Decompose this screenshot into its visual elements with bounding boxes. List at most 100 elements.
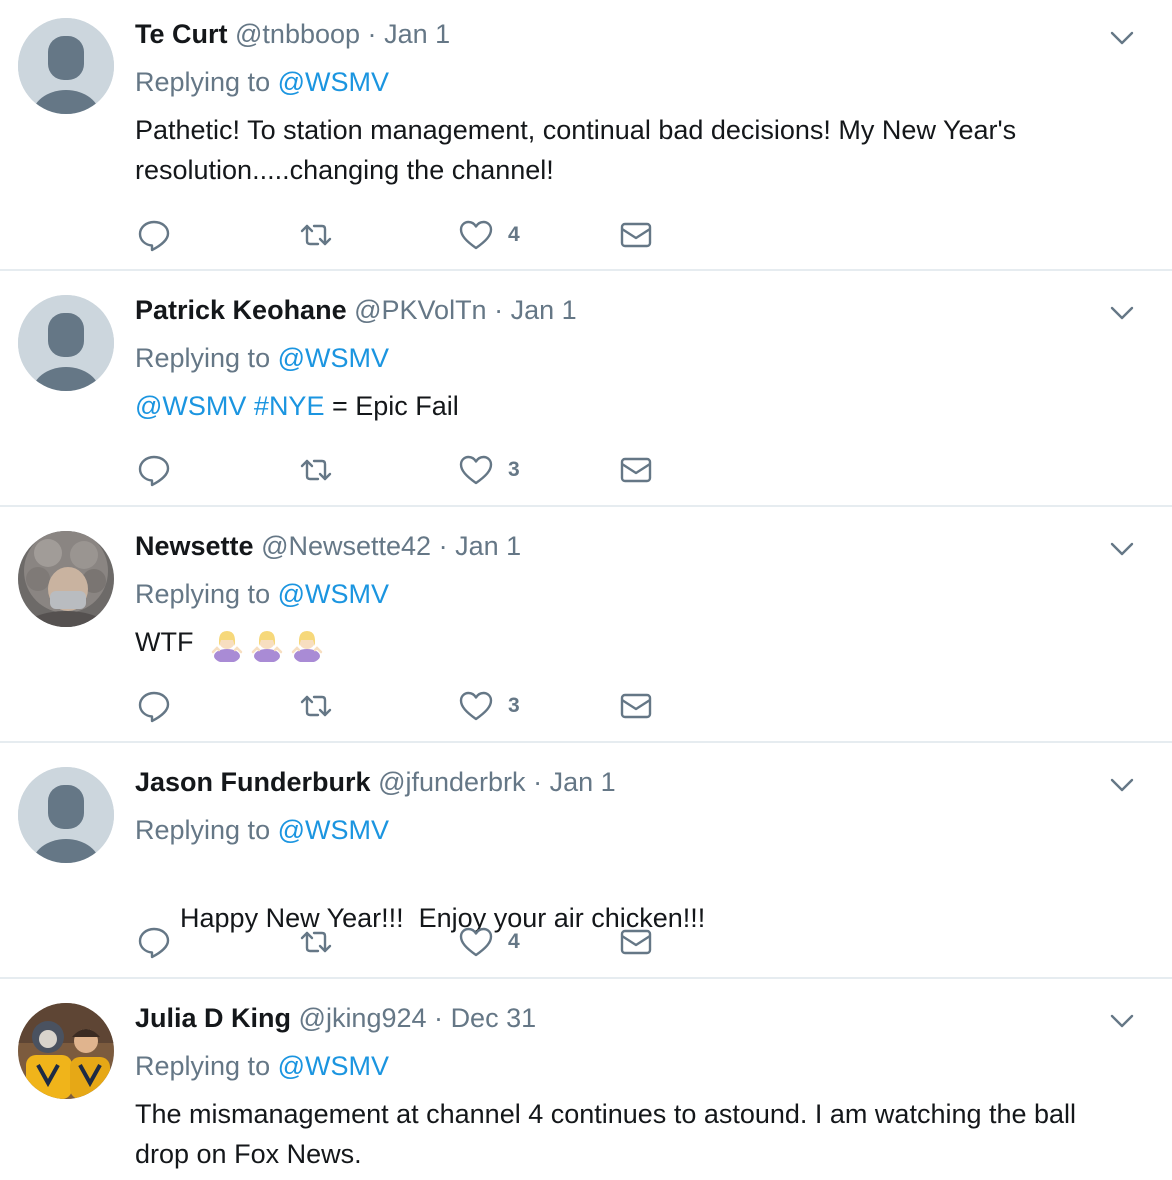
replying-to-link[interactable]: @WSMV bbox=[278, 67, 389, 97]
woman-shrugging-emoji bbox=[211, 626, 243, 662]
chevron-down-icon[interactable] bbox=[1108, 771, 1136, 799]
separator-dot: · bbox=[438, 531, 448, 561]
replying-prefix: Replying to bbox=[135, 579, 271, 609]
envelope-icon bbox=[618, 924, 654, 960]
tweet[interactable]: Jason Funderburk @jfunderbrk · Jan 1 Rep… bbox=[0, 743, 1172, 979]
replying-prefix: Replying to bbox=[135, 343, 271, 373]
avatar[interactable] bbox=[18, 1003, 114, 1099]
replying-prefix: Replying to bbox=[135, 67, 271, 97]
reply-button[interactable] bbox=[136, 924, 172, 960]
tweet-text: Happy New Year!!! Enjoy your air chicken… bbox=[135, 858, 1112, 978]
tweet-date[interactable]: Jan 1 bbox=[455, 531, 521, 561]
tweet-header: Newsette @Newsette42 · Jan 1 bbox=[135, 528, 1112, 564]
tweet-text-line: Pathetic! To station management, continu… bbox=[135, 115, 1017, 145]
retweet-icon bbox=[298, 452, 334, 488]
emoji-group bbox=[211, 626, 323, 662]
separator-dot: · bbox=[533, 767, 543, 797]
like-button[interactable]: 4 bbox=[458, 924, 520, 960]
like-count: 3 bbox=[508, 694, 520, 717]
avatar[interactable] bbox=[18, 531, 114, 627]
avatar[interactable] bbox=[18, 295, 114, 391]
like-button[interactable]: 3 bbox=[458, 452, 520, 488]
tweet-header: Julia D King @jking924 · Dec 31 bbox=[135, 1000, 1112, 1036]
like-count: 3 bbox=[508, 458, 520, 481]
like-button[interactable]: 3 bbox=[458, 688, 520, 724]
replying-to: Replying to @WSMV bbox=[135, 340, 1112, 376]
direct-message-button[interactable] bbox=[618, 924, 654, 960]
chevron-down-icon[interactable] bbox=[1108, 24, 1136, 52]
heart-icon bbox=[458, 924, 494, 960]
direct-message-button[interactable] bbox=[618, 688, 654, 724]
tweet[interactable]: Patrick Keohane @PKVolTn · Jan 1 Replyin… bbox=[0, 271, 1172, 507]
tweet-text-line: drop on Fox News. bbox=[135, 1139, 362, 1169]
retweet-icon bbox=[298, 688, 334, 724]
retweet-button[interactable] bbox=[298, 452, 334, 488]
heart-icon bbox=[458, 217, 494, 253]
tweet-text: @WSMV #NYE = Epic Fail bbox=[135, 386, 1112, 426]
tweet-header: Patrick Keohane @PKVolTn · Jan 1 bbox=[135, 292, 1112, 328]
tweet-text: WTF bbox=[135, 622, 1112, 662]
reply-icon bbox=[136, 688, 172, 724]
reply-button[interactable] bbox=[136, 452, 172, 488]
tweet[interactable]: Te Curt @tnbboop · Jan 1 Replying to @WS… bbox=[0, 0, 1172, 271]
reply-icon bbox=[136, 217, 172, 253]
avatar[interactable] bbox=[18, 767, 114, 863]
woman-shrugging-emoji bbox=[251, 626, 283, 662]
display-name[interactable]: Te Curt bbox=[135, 19, 228, 49]
tweet-text: The mismanagement at channel 4 continues… bbox=[135, 1094, 1112, 1174]
separator-dot: · bbox=[494, 295, 504, 325]
replying-to-link[interactable]: @WSMV bbox=[278, 815, 389, 845]
display-name[interactable]: Patrick Keohane bbox=[135, 295, 347, 325]
separator-dot: · bbox=[434, 1003, 444, 1033]
user-handle[interactable]: @jfunderbrk bbox=[378, 767, 525, 797]
replying-to: Replying to @WSMV bbox=[135, 1048, 1112, 1084]
retweet-button[interactable] bbox=[298, 688, 334, 724]
heart-icon bbox=[458, 688, 494, 724]
display-name[interactable]: Jason Funderburk bbox=[135, 767, 371, 797]
envelope-icon bbox=[618, 452, 654, 488]
user-handle[interactable]: @PKVolTn bbox=[354, 295, 486, 325]
envelope-icon bbox=[618, 688, 654, 724]
user-handle[interactable]: @Newsette42 bbox=[261, 531, 431, 561]
direct-message-button[interactable] bbox=[618, 452, 654, 488]
reply-icon bbox=[136, 452, 172, 488]
chevron-down-icon[interactable] bbox=[1108, 299, 1136, 327]
separator-dot: · bbox=[367, 19, 377, 49]
user-handle[interactable]: @jking924 bbox=[299, 1003, 427, 1033]
envelope-icon bbox=[618, 217, 654, 253]
retweet-button[interactable] bbox=[298, 217, 334, 253]
direct-message-button[interactable] bbox=[618, 217, 654, 253]
retweet-icon bbox=[298, 217, 334, 253]
chevron-down-icon[interactable] bbox=[1108, 535, 1136, 563]
tweet[interactable]: Julia D King @jking924 · Dec 31 Replying… bbox=[0, 979, 1172, 1180]
reply-button[interactable] bbox=[136, 688, 172, 724]
tweet-header: Jason Funderburk @jfunderbrk · Jan 1 bbox=[135, 764, 1112, 800]
display-name[interactable]: Julia D King bbox=[135, 1003, 291, 1033]
heart-icon bbox=[458, 452, 494, 488]
tweet-date[interactable]: Jan 1 bbox=[550, 767, 616, 797]
replying-to-link[interactable]: @WSMV bbox=[278, 343, 389, 373]
tweet-date[interactable]: Jan 1 bbox=[511, 295, 577, 325]
replying-to-link[interactable]: @WSMV bbox=[278, 1051, 389, 1081]
tweet-text: Pathetic! To station management, continu… bbox=[135, 110, 1112, 190]
replying-prefix: Replying to bbox=[135, 815, 271, 845]
chevron-down-icon[interactable] bbox=[1108, 1007, 1136, 1035]
replying-to-link[interactable]: @WSMV bbox=[278, 579, 389, 609]
mention-link[interactable]: @WSMV bbox=[135, 391, 246, 421]
avatar[interactable] bbox=[18, 18, 114, 114]
replying-to: Replying to @WSMV bbox=[135, 576, 1112, 612]
display-name[interactable]: Newsette bbox=[135, 531, 254, 561]
user-handle[interactable]: @tnbboop bbox=[235, 19, 360, 49]
like-button[interactable]: 4 bbox=[458, 217, 520, 253]
tweet-date[interactable]: Jan 1 bbox=[384, 19, 450, 49]
tweet[interactable]: Newsette @Newsette42 · Jan 1 Replying to… bbox=[0, 507, 1172, 743]
tweet-text-content: WTF bbox=[135, 627, 194, 657]
tweet-text-rest: = Epic Fail bbox=[331, 391, 459, 421]
like-count: 4 bbox=[508, 930, 520, 953]
tweet-date[interactable]: Dec 31 bbox=[451, 1003, 537, 1033]
retweet-button[interactable] bbox=[298, 924, 334, 960]
hashtag-link[interactable]: #NYE bbox=[254, 391, 325, 421]
tweet-text-line: resolution.....changing the channel! bbox=[135, 155, 554, 185]
replying-to: Replying to @WSMV bbox=[135, 64, 1112, 100]
reply-button[interactable] bbox=[136, 217, 172, 253]
